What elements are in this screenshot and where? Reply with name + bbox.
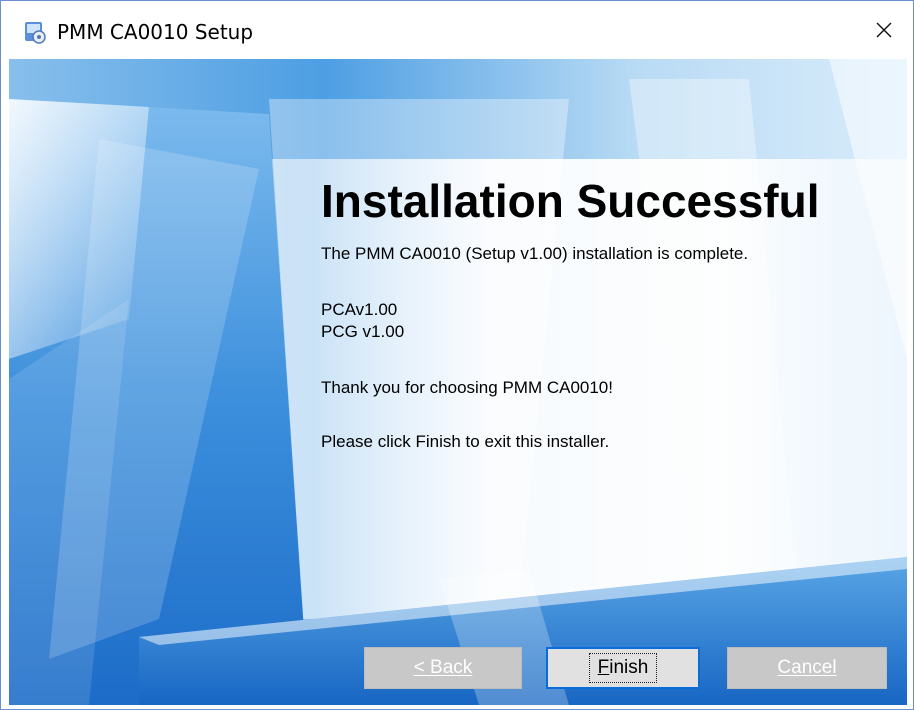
- back-button[interactable]: < Back: [364, 647, 522, 689]
- component-version-pcg: PCG v1.00: [321, 322, 405, 341]
- title-bar[interactable]: PMM CA0010 Setup: [1, 1, 913, 59]
- installer-icon: [23, 20, 47, 44]
- close-button[interactable]: [855, 1, 913, 59]
- cancel-button[interactable]: Cancel: [727, 647, 887, 689]
- finish-button-label: inish: [609, 657, 649, 678]
- finish-instruction: Please click Finish to exit this install…: [321, 432, 610, 451]
- setup-window: PMM CA0010 Setup Installation Successful…: [0, 0, 914, 710]
- wizard-content: Installation Successful The PMM CA0010 (…: [9, 59, 907, 705]
- finish-accelerator-key: F: [597, 657, 610, 678]
- component-version-pca: PCAv1.00: [321, 300, 398, 319]
- close-icon: [876, 22, 892, 38]
- window-title: PMM CA0010 Setup: [57, 20, 254, 44]
- finish-button-focus: Finish: [588, 653, 658, 683]
- page-heading: Installation Successful: [321, 175, 820, 227]
- thank-you-message: Thank you for choosing PMM CA0010!: [321, 378, 613, 397]
- completion-message: The PMM CA0010 (Setup v1.00) installatio…: [321, 244, 749, 263]
- finish-button[interactable]: Finish: [546, 647, 700, 689]
